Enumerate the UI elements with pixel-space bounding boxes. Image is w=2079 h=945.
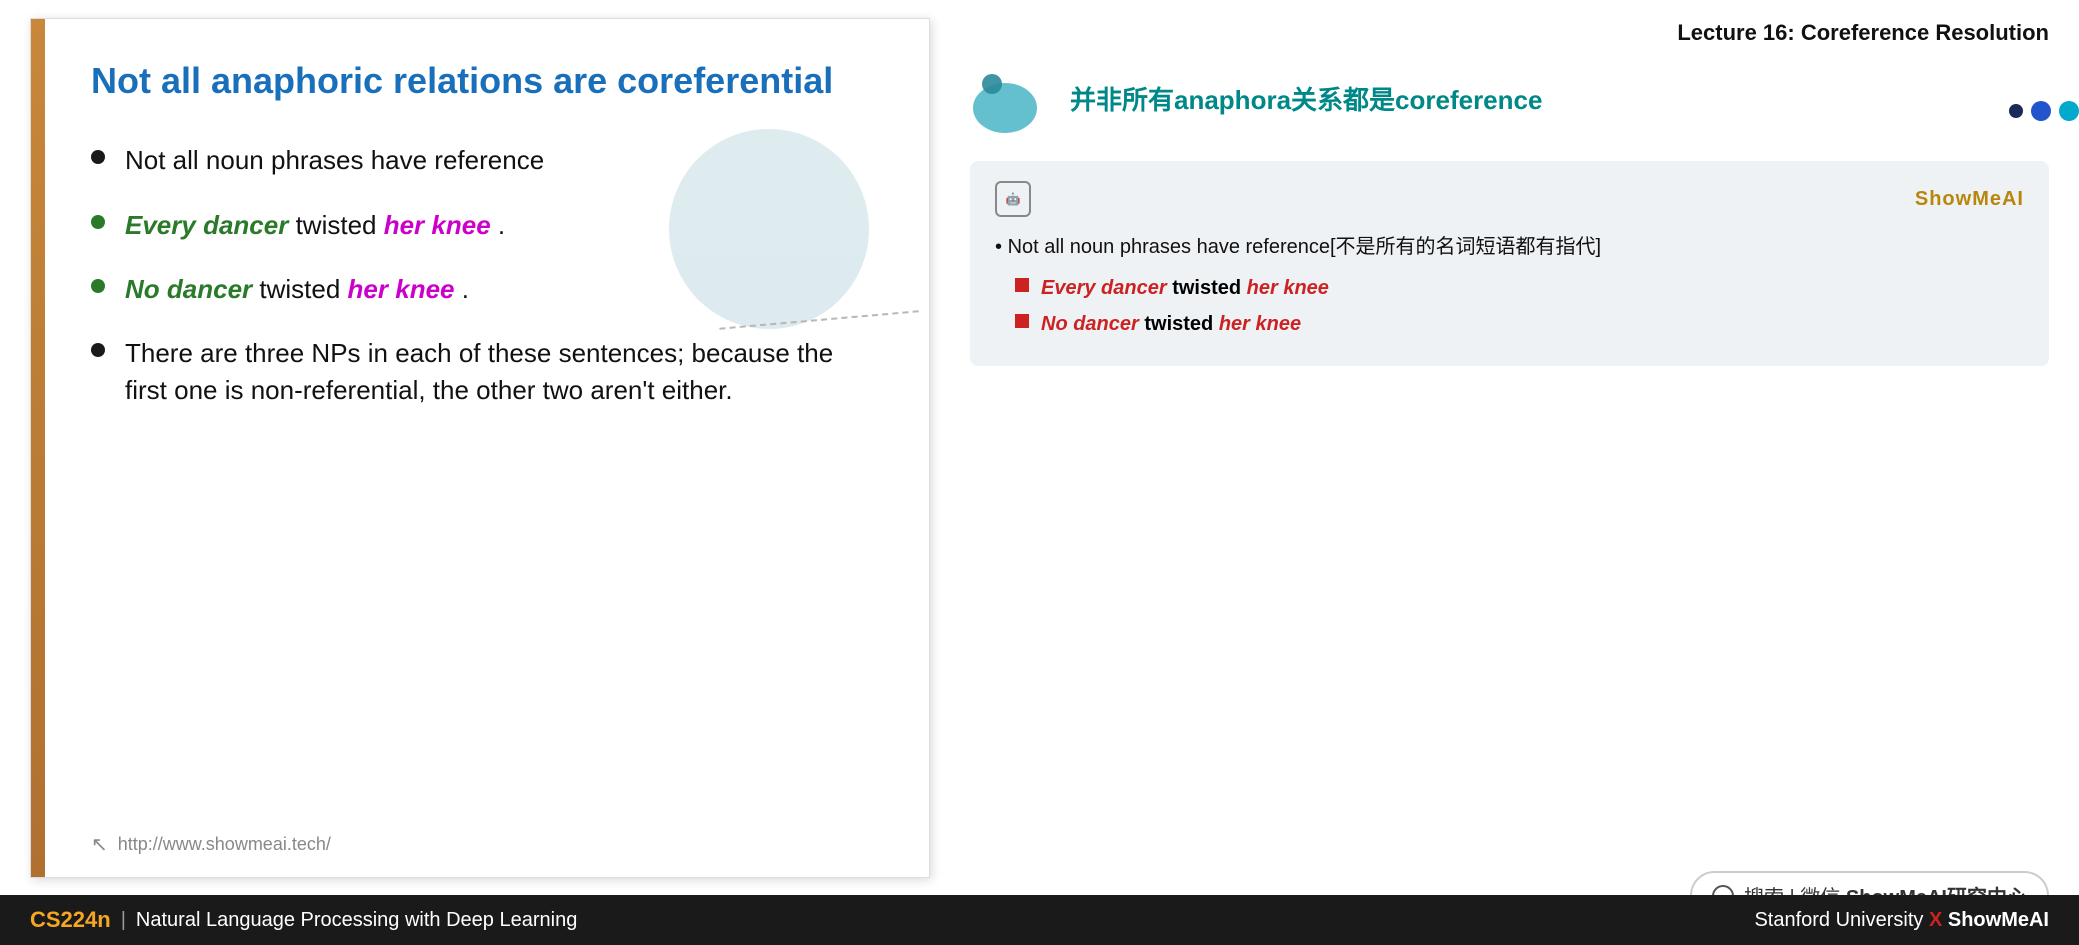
twisted-text-2: twisted (259, 274, 347, 304)
ai-icon-label: 🤖 (1006, 192, 1021, 206)
period-2: . (462, 274, 469, 304)
stanford-text: Stanford University (1754, 909, 1923, 931)
her-knee-text-2: her knee (348, 274, 455, 304)
showmeai-card: 🤖 ShowMeAI • Not all noun phrases have r… (970, 161, 2049, 366)
her-knee-card-1: her knee (1247, 277, 1329, 299)
bottom-bar: CS224n | Natural Language Processing wit… (0, 895, 2079, 945)
bullet-dot-green-2 (91, 279, 105, 293)
divider: | (121, 909, 126, 932)
her-knee-card-2: her knee (1219, 313, 1301, 335)
course-name: Natural Language Processing with Deep Le… (136, 909, 577, 932)
right-panel: Lecture 16: Coreference Resolution 并非所有a… (930, 0, 2079, 895)
bullet-text-3: No dancer twisted her knee . (125, 271, 469, 307)
every-dancer-card: Every dancer (1041, 277, 1167, 299)
slide-title: Not all anaphoric relations are corefere… (91, 59, 879, 102)
bullet-text-4: There are three NPs in each of these sen… (125, 335, 879, 408)
card-sub-text-1: Every dancer twisted her knee (1041, 274, 1329, 302)
bullet-text-2: Every dancer twisted her knee . (125, 207, 505, 243)
cursor-icon: ↖ (91, 832, 108, 857)
chinese-title-text: 并非所有anaphora关系都是coreference (1070, 84, 1542, 118)
card-bullet-text: Not all noun phrases have reference[不是所有… (1008, 236, 1602, 258)
red-square-2 (1015, 314, 1029, 328)
slide-panel: Not all anaphoric relations are corefere… (30, 18, 930, 878)
card-sub-bullets: Every dancer twisted her knee No dancer … (995, 274, 2024, 338)
her-knee-text-1: her knee (384, 210, 491, 240)
circle-decoration (669, 129, 869, 329)
no-dancer-card: No dancer (1041, 313, 1139, 335)
list-item: Every dancer twisted her knee (1015, 274, 2024, 302)
bullet-text-1: Not all noun phrases have reference (125, 142, 544, 178)
dots-area (2009, 101, 2079, 121)
no-dancer-text: No dancer (125, 274, 252, 304)
bullet-dot-4 (91, 343, 105, 357)
every-dancer-text: Every dancer (125, 210, 288, 240)
chinese-title-area: 并非所有anaphora关系都是coreference (970, 66, 2049, 136)
red-square-1 (1015, 278, 1029, 292)
x-mark: X (1929, 909, 1948, 931)
bullet-dot-green (91, 215, 105, 229)
main-content: Not all anaphoric relations are corefere… (0, 0, 2079, 895)
card-sub-text-2: No dancer twisted her knee (1041, 310, 1301, 338)
showmeai-brand: ShowMeAI (1915, 188, 2024, 211)
lecture-header: Lecture 16: Coreference Resolution (970, 20, 2049, 46)
ai-icon: 🤖 (995, 181, 1031, 217)
twisted-card-2: twisted (1144, 313, 1218, 335)
bullet-marker: • (995, 236, 1008, 258)
list-item: There are three NPs in each of these sen… (91, 335, 879, 408)
showmeai-bottom: ShowMeAI (1948, 909, 2049, 931)
slide-footer: ↖ http://www.showmeai.tech/ (31, 817, 929, 877)
period-1: . (498, 210, 505, 240)
list-item: No dancer twisted her knee (1015, 310, 2024, 338)
twisted-text-1: twisted (296, 210, 384, 240)
bottom-right: Stanford University X ShowMeAI (1754, 909, 2049, 932)
card-bullet-1: • Not all noun phrases have reference[不是… (995, 232, 2024, 262)
card-header: 🤖 ShowMeAI (995, 181, 2024, 217)
dot-teal (2059, 101, 2079, 121)
title-wrapper: 并非所有anaphora关系都是coreference (1070, 84, 1959, 118)
teal-shape-icon (970, 66, 1050, 136)
footer-url[interactable]: http://www.showmeai.tech/ (118, 834, 331, 855)
slide-content: Not all anaphoric relations are corefere… (31, 19, 929, 817)
bottom-left: CS224n | Natural Language Processing wit… (30, 907, 577, 933)
twisted-card-1: twisted (1172, 277, 1246, 299)
slide-left-bar (31, 19, 45, 877)
dot-dark (2009, 104, 2023, 118)
dot-blue (2031, 101, 2051, 121)
course-code: CS224n (30, 907, 111, 933)
bullet-dot (91, 150, 105, 164)
